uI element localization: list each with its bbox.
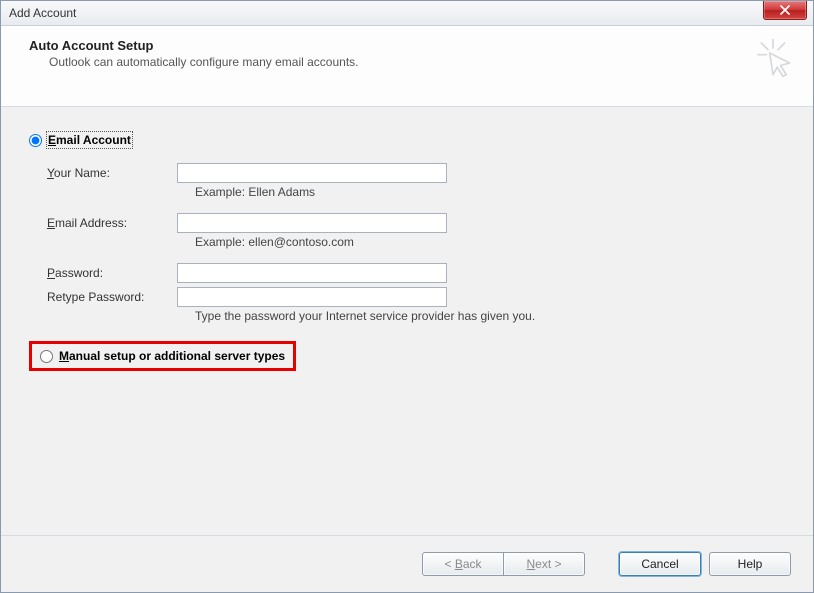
- your-name-hint: Example: Ellen Adams: [195, 185, 785, 199]
- radio-manual-setup[interactable]: [40, 350, 53, 363]
- radio-manual-setup-label: Manual setup or additional server types: [59, 349, 285, 363]
- email-address-label: Email Address:: [47, 216, 177, 230]
- retype-password-label: Retype Password:: [47, 290, 177, 304]
- password-hint: Type the password your Internet service …: [195, 309, 785, 323]
- cursor-sparkle-icon: [753, 38, 793, 78]
- titlebar: Add Account: [1, 1, 813, 26]
- wizard-footer: < Back Next > Cancel Help: [1, 535, 813, 592]
- email-address-hint: Example: ellen@contoso.com: [195, 235, 785, 249]
- option-email-account[interactable]: Email Account: [29, 133, 785, 147]
- add-account-dialog: Add Account Auto Account Setup Outlook c…: [0, 0, 814, 593]
- back-button[interactable]: < Back: [422, 552, 504, 576]
- close-button[interactable]: [763, 1, 807, 20]
- page-title: Auto Account Setup: [29, 38, 793, 53]
- cancel-button[interactable]: Cancel: [619, 552, 701, 576]
- manual-setup-highlight: Manual setup or additional server types: [29, 341, 296, 371]
- retype-password-input[interactable]: [177, 287, 447, 307]
- wizard-header: Auto Account Setup Outlook can automatic…: [1, 26, 813, 107]
- email-account-fields: Your Name: Example: Ellen Adams Email Ad…: [47, 163, 785, 323]
- option-manual-setup[interactable]: Manual setup or additional server types: [40, 349, 285, 363]
- password-label: Password:: [47, 266, 177, 280]
- your-name-label: Your Name:: [47, 166, 177, 180]
- wizard-body: Email Account Your Name: Example: Ellen …: [1, 107, 813, 535]
- password-input[interactable]: [177, 263, 447, 283]
- close-icon: [780, 5, 790, 15]
- email-address-input[interactable]: [177, 213, 447, 233]
- radio-email-account-label: Email Account: [48, 133, 131, 147]
- radio-email-account[interactable]: [29, 134, 42, 147]
- window-title: Add Account: [9, 6, 76, 20]
- next-button[interactable]: Next >: [503, 552, 585, 576]
- nav-button-group: < Back Next >: [422, 552, 585, 576]
- help-button[interactable]: Help: [709, 552, 791, 576]
- page-subtitle: Outlook can automatically configure many…: [49, 55, 793, 69]
- your-name-input[interactable]: [177, 163, 447, 183]
